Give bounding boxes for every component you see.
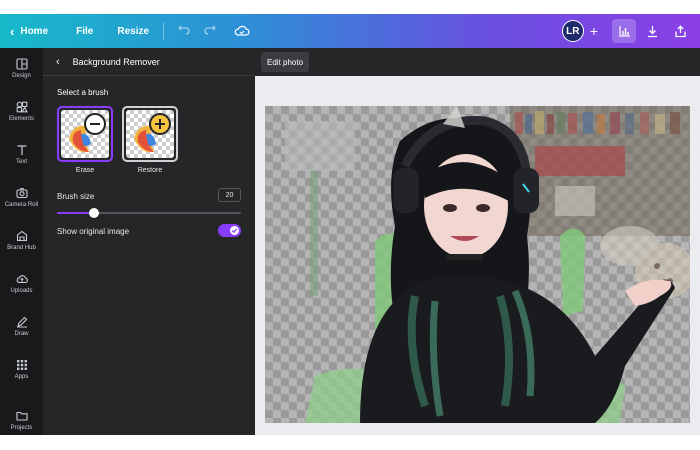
brand-hub-icon bbox=[16, 230, 27, 242]
rail-item-brand-hub[interactable]: Brand Hub bbox=[0, 230, 43, 251]
rail-label: Text bbox=[15, 159, 27, 165]
design-icon bbox=[15, 58, 28, 70]
download-icon[interactable] bbox=[640, 19, 664, 43]
resize-menu[interactable]: Resize bbox=[117, 14, 149, 48]
divider bbox=[163, 22, 165, 40]
background-remover-panel: ‹ Background Remover Select a brush Eras… bbox=[43, 48, 255, 435]
rail-item-apps[interactable]: Apps bbox=[0, 359, 43, 380]
photo-image bbox=[285, 106, 690, 423]
top-bar-right: LR + bbox=[561, 14, 692, 48]
erase-label: Erase bbox=[75, 167, 95, 174]
brush-size-input[interactable]: 20 bbox=[218, 188, 241, 202]
redo-icon[interactable] bbox=[204, 24, 216, 39]
erase-brush-button[interactable] bbox=[57, 106, 113, 162]
share-icon[interactable] bbox=[668, 19, 692, 43]
rail-item-projects[interactable]: Projects bbox=[0, 410, 43, 431]
back-chevron-icon[interactable]: ‹ bbox=[56, 56, 60, 68]
show-original-toggle[interactable] bbox=[218, 224, 241, 237]
draw-icon bbox=[16, 316, 27, 328]
restore-label: Restore bbox=[137, 167, 163, 174]
elements-icon bbox=[16, 101, 28, 113]
folder-icon bbox=[15, 411, 28, 421]
panel-header: ‹ Background Remover bbox=[43, 48, 255, 76]
brush-size-label: Brush size bbox=[57, 192, 95, 201]
canvas-area: Edit photo bbox=[255, 48, 700, 435]
chevron-left-icon[interactable]: ‹ bbox=[10, 14, 14, 48]
brush-size-slider[interactable] bbox=[57, 208, 241, 218]
slider-thumb[interactable] bbox=[88, 208, 99, 218]
restore-brush-icon bbox=[134, 113, 171, 153]
undo-icon[interactable] bbox=[178, 24, 190, 39]
rail-label: Elements bbox=[8, 116, 34, 122]
add-collaborator-button[interactable]: + bbox=[590, 23, 598, 39]
side-rail: Design Elements Text Camera Roll Brand H… bbox=[0, 48, 43, 435]
show-original-label: Show original image bbox=[57, 227, 130, 236]
bar-chart-icon[interactable] bbox=[612, 19, 636, 43]
rail-label: Camera Roll bbox=[4, 202, 39, 208]
panel-title: Background Remover bbox=[72, 56, 160, 67]
check-icon bbox=[230, 226, 239, 235]
rail-item-elements[interactable]: Elements bbox=[0, 101, 43, 122]
photo-canvas[interactable] bbox=[265, 106, 690, 423]
rail-item-design[interactable]: Design bbox=[0, 58, 43, 79]
rail-label: Brand Hub bbox=[7, 245, 36, 251]
rail-item-text[interactable]: Text bbox=[0, 144, 43, 165]
top-bar: ‹ Home File Resize LR + bbox=[0, 14, 700, 48]
editor-app: ‹ Home File Resize LR + Design Elements … bbox=[0, 0, 700, 450]
rail-item-camera-roll[interactable]: Camera Roll bbox=[0, 187, 43, 208]
restore-brush-button[interactable] bbox=[122, 106, 178, 162]
rail-label: Projects bbox=[10, 425, 33, 431]
rail-label: Draw bbox=[14, 331, 29, 337]
file-menu[interactable]: File bbox=[76, 14, 93, 48]
cloud-check-icon[interactable] bbox=[234, 23, 250, 39]
upload-cloud-icon bbox=[16, 275, 28, 284]
rail-label: Uploads bbox=[10, 288, 33, 294]
bottom-strip bbox=[0, 435, 700, 450]
rail-item-draw[interactable]: Draw bbox=[0, 316, 43, 337]
camera-icon bbox=[15, 187, 28, 199]
edit-photo-button[interactable]: Edit photo bbox=[261, 52, 310, 72]
rail-item-uploads[interactable]: Uploads bbox=[0, 273, 43, 294]
home-button[interactable]: Home bbox=[20, 14, 48, 48]
apps-grid-icon bbox=[16, 360, 27, 370]
avatar[interactable]: LR bbox=[561, 20, 584, 42]
erase-brush-icon bbox=[69, 113, 106, 153]
text-icon bbox=[17, 145, 26, 155]
canvas-toolbar: Edit photo bbox=[255, 48, 700, 76]
select-brush-label: Select a brush bbox=[57, 88, 109, 97]
rail-label: Apps bbox=[14, 374, 29, 380]
rail-label: Design bbox=[12, 73, 31, 79]
